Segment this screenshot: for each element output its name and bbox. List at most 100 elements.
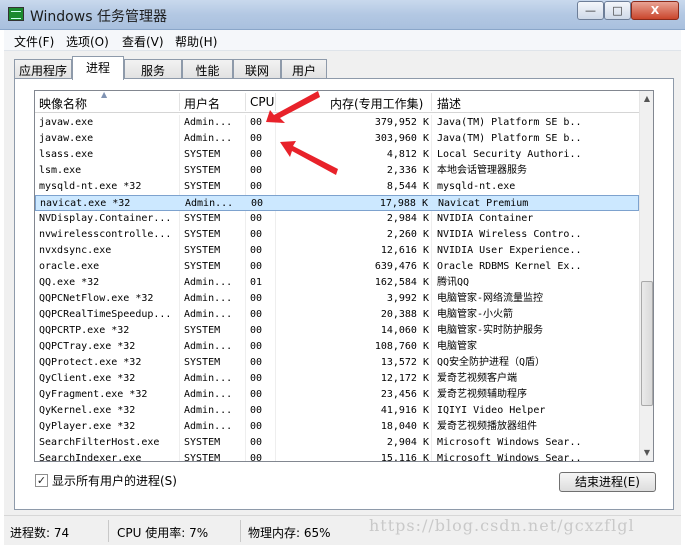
- table-row[interactable]: oracle.exe SYSTEM 00 639,476 K Oracle RDBMS …: [35, 259, 639, 275]
- process-name-cell: mysqld-nt.exe *32: [39, 181, 142, 192]
- table-row[interactable]: QQ.exe *32 Admin... 01 162,584 K 腾讯QQ: [35, 275, 639, 291]
- cpu-cell: 00: [250, 245, 263, 256]
- description-cell: Java(TM) Platform SE b...: [437, 133, 583, 144]
- tab-processes[interactable]: 进程: [72, 56, 124, 80]
- show-all-users-checkbox[interactable]: ✓ 显示所有用户的进程(S): [35, 472, 177, 489]
- table-row[interactable]: javaw.exe Admin... 00 379,952 K Java(TM) Pla…: [35, 115, 639, 131]
- description-cell: Java(TM) Platform SE b...: [437, 117, 583, 128]
- minimize-button[interactable]: —: [577, 1, 604, 20]
- cpu-cell: 00: [250, 181, 263, 192]
- maximize-button[interactable]: □: [604, 1, 631, 20]
- process-name-cell: SearchIndexer.exe: [39, 453, 142, 462]
- tab-services[interactable]: 服务: [124, 59, 182, 79]
- table-row[interactable]: SearchIndexer.exe SYSTEM 00 15,116 K Microso…: [35, 451, 639, 462]
- tab-networking[interactable]: 联网: [233, 59, 281, 79]
- table-row[interactable]: lsm.exe SYSTEM 00 2,336 K 本地会话管理器服务: [35, 163, 639, 179]
- table-row[interactable]: QyKernel.exe *32 Admin... 00 41,916 K IQIYI …: [35, 403, 639, 419]
- description-cell: Microsoft Windows Sear...: [437, 453, 583, 462]
- menu-view[interactable]: 查看(V): [122, 33, 164, 50]
- memory-cell: 4,812 K: [386, 149, 429, 160]
- process-name-cell: QQProtect.exe *32: [39, 357, 142, 368]
- description-cell: Navicat Premium: [438, 198, 529, 209]
- cpu-cell: 00: [250, 309, 263, 320]
- memory-cell: 2,904 K: [386, 437, 429, 448]
- memory-cell: 8,544 K: [386, 181, 429, 192]
- user-name-cell: Admin...: [185, 198, 234, 209]
- description-cell: NVIDIA Container: [437, 213, 534, 224]
- table-row[interactable]: lsass.exe SYSTEM 00 4,812 K Local Security A…: [35, 147, 639, 163]
- menu-options[interactable]: 选项(O): [66, 33, 109, 50]
- description-cell: 电脑管家-小火箭: [437, 309, 514, 320]
- table-row[interactable]: NVDisplay.Container... SYSTEM 00 2,984 K NVI…: [35, 211, 639, 227]
- table-row[interactable]: nvxdsync.exe SYSTEM 00 12,616 K NVIDIA User …: [35, 243, 639, 259]
- end-process-button[interactable]: 结束进程(E): [559, 472, 656, 492]
- cpu-cell: 00: [250, 165, 263, 176]
- table-row[interactable]: navicat.exe *32 Admin... 00 17,988 K Navicat…: [35, 195, 639, 211]
- scroll-down-arrow-icon[interactable]: ▼: [640, 445, 653, 461]
- description-cell: 电脑管家-实时防护服务: [437, 325, 544, 336]
- cpu-cell: 01: [250, 277, 263, 288]
- memory-cell: 20,388 K: [380, 309, 429, 320]
- column-separator[interactable]: [275, 93, 276, 111]
- table-row[interactable]: QQPCNetFlow.exe *32 Admin... 00 3,992 K 电脑管家…: [35, 291, 639, 307]
- table-row[interactable]: QQProtect.exe *32 SYSTEM 00 13,572 K QQ安全防护进…: [35, 355, 639, 371]
- table-row[interactable]: QyClient.exe *32 Admin... 00 12,172 K 爱奇艺视频客…: [35, 371, 639, 387]
- cpu-cell: 00: [250, 149, 263, 160]
- user-name-cell: SYSTEM: [184, 165, 221, 176]
- title-bar[interactable]: Windows 任务管理器 — □ X: [0, 0, 685, 30]
- description-cell: 本地会话管理器服务: [437, 165, 527, 176]
- table-row[interactable]: QyFragment.exe *32 Admin... 00 23,456 K 爱奇艺视…: [35, 387, 639, 403]
- memory-cell: 639,476 K: [374, 261, 429, 272]
- column-description[interactable]: 描述: [437, 95, 461, 112]
- process-name-cell: oracle.exe: [39, 261, 100, 272]
- table-row[interactable]: javaw.exe Admin... 00 303,960 K Java(TM) Pla…: [35, 131, 639, 147]
- user-name-cell: SYSTEM: [184, 213, 221, 224]
- table-row[interactable]: QyPlayer.exe *32 Admin... 00 18,040 K 爱奇艺视频播…: [35, 419, 639, 435]
- sort-ascending-icon: ▲: [101, 90, 108, 99]
- column-header: 映像名称 ▲ 用户名 CPU 内存(专用工作集) 描述: [35, 91, 639, 113]
- checkbox-checked-icon[interactable]: ✓: [35, 474, 48, 487]
- close-button[interactable]: X: [631, 1, 679, 20]
- description-cell: QQ安全防护进程（Q盾）: [437, 357, 546, 368]
- watermark-text: https://blog.csdn.net/gcxzflgl: [369, 516, 635, 535]
- column-user-name[interactable]: 用户名: [184, 95, 220, 112]
- cpu-cell: 00: [250, 453, 263, 462]
- user-name-cell: SYSTEM: [184, 357, 221, 368]
- tab-applications[interactable]: 应用程序: [14, 59, 72, 79]
- menu-help[interactable]: 帮助(H): [175, 33, 217, 50]
- process-name-cell: nvwirelesscontrolle...: [39, 229, 172, 240]
- cpu-cell: 00: [250, 261, 263, 272]
- column-memory[interactable]: 内存(专用工作集): [330, 95, 423, 112]
- column-separator[interactable]: [179, 93, 180, 111]
- tab-performance[interactable]: 性能: [182, 59, 233, 79]
- menu-file[interactable]: 文件(F): [14, 33, 54, 50]
- table-row[interactable]: QQPCTray.exe *32 Admin... 00 108,760 K 电脑管家: [35, 339, 639, 355]
- cpu-cell: 00: [250, 213, 263, 224]
- table-row[interactable]: SearchFilterHost.exe SYSTEM 00 2,904 K Micro…: [35, 435, 639, 451]
- user-name-cell: SYSTEM: [184, 453, 221, 462]
- column-separator[interactable]: [245, 93, 246, 111]
- vertical-scrollbar[interactable]: ▲ ▼: [639, 91, 653, 461]
- process-name-cell: QyKernel.exe *32: [39, 405, 136, 416]
- description-cell: 电脑管家-网络流量监控: [437, 293, 544, 304]
- cpu-cell: 00: [250, 293, 263, 304]
- column-separator[interactable]: [431, 93, 432, 111]
- description-cell: 爱奇艺视频辅助程序: [437, 389, 527, 400]
- column-cpu[interactable]: CPU: [250, 95, 274, 109]
- process-name-cell: SearchFilterHost.exe: [39, 437, 160, 448]
- tab-users[interactable]: 用户: [281, 59, 327, 79]
- process-list[interactable]: 映像名称 ▲ 用户名 CPU 内存(专用工作集) 描述 javaw.exe Adm…: [34, 90, 654, 462]
- memory-cell: 2,984 K: [386, 213, 429, 224]
- table-row[interactable]: QQPCRealTimeSpeedup... Admin... 00 20,388 K…: [35, 307, 639, 323]
- user-name-cell: SYSTEM: [184, 181, 221, 192]
- memory-cell: 17,988 K: [379, 198, 428, 209]
- table-row[interactable]: QQPCRTP.exe *32 SYSTEM 00 14,060 K 电脑管家-实时防护…: [35, 323, 639, 339]
- table-row[interactable]: nvwirelesscontrolle... SYSTEM 00 2,260 K NVI…: [35, 227, 639, 243]
- table-row[interactable]: mysqld-nt.exe *32 SYSTEM 00 8,544 K mysqld-n…: [35, 179, 639, 195]
- memory-cell: 379,952 K: [374, 117, 429, 128]
- cpu-cell: 00: [250, 357, 263, 368]
- scroll-thumb[interactable]: [641, 281, 653, 406]
- process-name-cell: QQPCNetFlow.exe *32: [39, 293, 154, 304]
- scroll-up-arrow-icon[interactable]: ▲: [640, 91, 653, 107]
- column-image-name[interactable]: 映像名称: [39, 95, 87, 112]
